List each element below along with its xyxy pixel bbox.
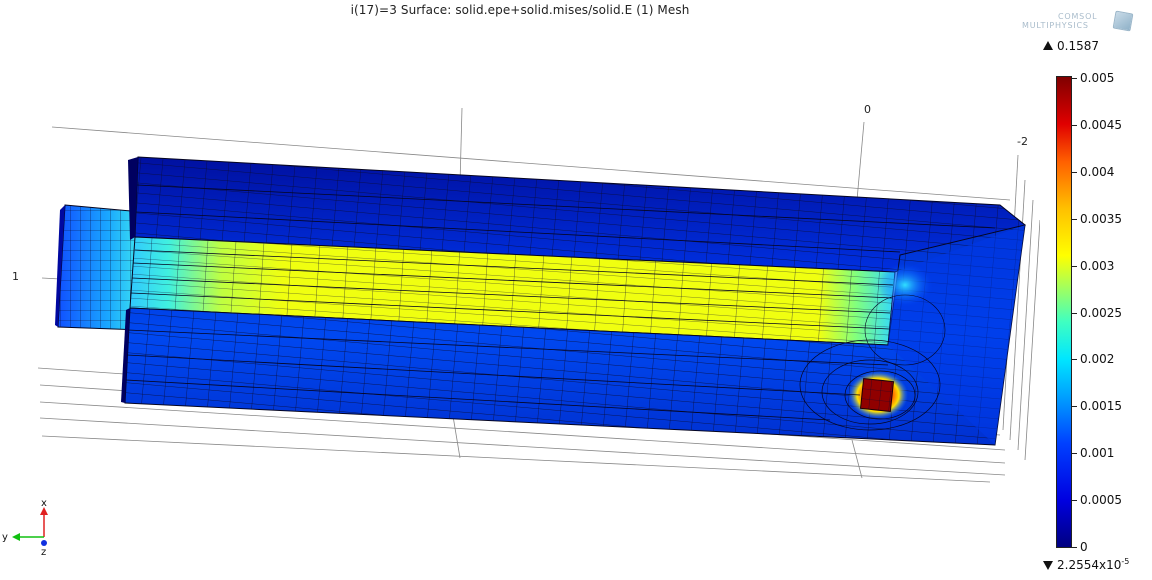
legend-tick-mark (1072, 406, 1077, 407)
legend-tick-mark (1072, 500, 1077, 501)
legend-tick-label: 0.001 (1080, 446, 1115, 460)
3d-model-view[interactable] (0, 0, 1040, 580)
legend-max: 0.1587 (1043, 39, 1099, 53)
legend-tick-mark (1072, 125, 1077, 126)
triad-label-y: y (2, 532, 8, 543)
legend-tick-mark (1072, 313, 1077, 314)
legend-tick-label: 0.005 (1080, 71, 1115, 85)
triangle-up-icon (1043, 41, 1053, 50)
legend-tick-label: 0.0025 (1080, 306, 1122, 320)
triad-label-z: z (41, 547, 46, 558)
axis-label-one: 1 (12, 270, 19, 283)
axis-label-zero: 0 (864, 103, 871, 116)
legend-tick-mark (1072, 266, 1077, 267)
logo-line-1: COMSOL (1058, 12, 1098, 21)
legend-tick-mark (1072, 547, 1077, 548)
legend-tick-mark (1072, 359, 1077, 360)
legend-tick-label: 0.004 (1080, 165, 1115, 179)
legend-tick-label: 0.002 (1080, 352, 1115, 366)
triad-label-x: x (41, 498, 47, 509)
z-axis-dot (41, 540, 47, 546)
legend-tick-mark (1072, 219, 1077, 220)
legend-tick-label: 0.0005 (1080, 493, 1122, 507)
legend-tick-label: 0.0015 (1080, 399, 1122, 413)
legend-min: 2.2554x10-5 (1043, 557, 1129, 572)
legend-tick-label: 0.003 (1080, 259, 1115, 273)
legend-tick-mark (1072, 78, 1077, 79)
legend-tick-label: 0.0045 (1080, 118, 1122, 132)
legend-max-value: 0.1587 (1057, 39, 1099, 53)
color-legend-bar (1056, 76, 1072, 548)
plot-window: i(17)=3 Surface: solid.epe+solid.mises/s… (0, 0, 1152, 580)
legend-tick-label: 0 (1080, 540, 1088, 554)
axis-label-minus-two: -2 (1017, 135, 1028, 148)
legend-tick-label: 0.0035 (1080, 212, 1122, 226)
legend-min-value: 2.2554x10 (1057, 558, 1122, 572)
comsol-cube-icon (1112, 10, 1134, 32)
orientation-triad: x y z (2, 498, 48, 558)
legend-tick-mark (1072, 172, 1077, 173)
legend-min-exponent: -5 (1121, 557, 1130, 566)
triangle-down-icon (1043, 561, 1053, 570)
legend-tick-mark (1072, 453, 1077, 454)
y-arrowhead-icon (12, 533, 20, 541)
